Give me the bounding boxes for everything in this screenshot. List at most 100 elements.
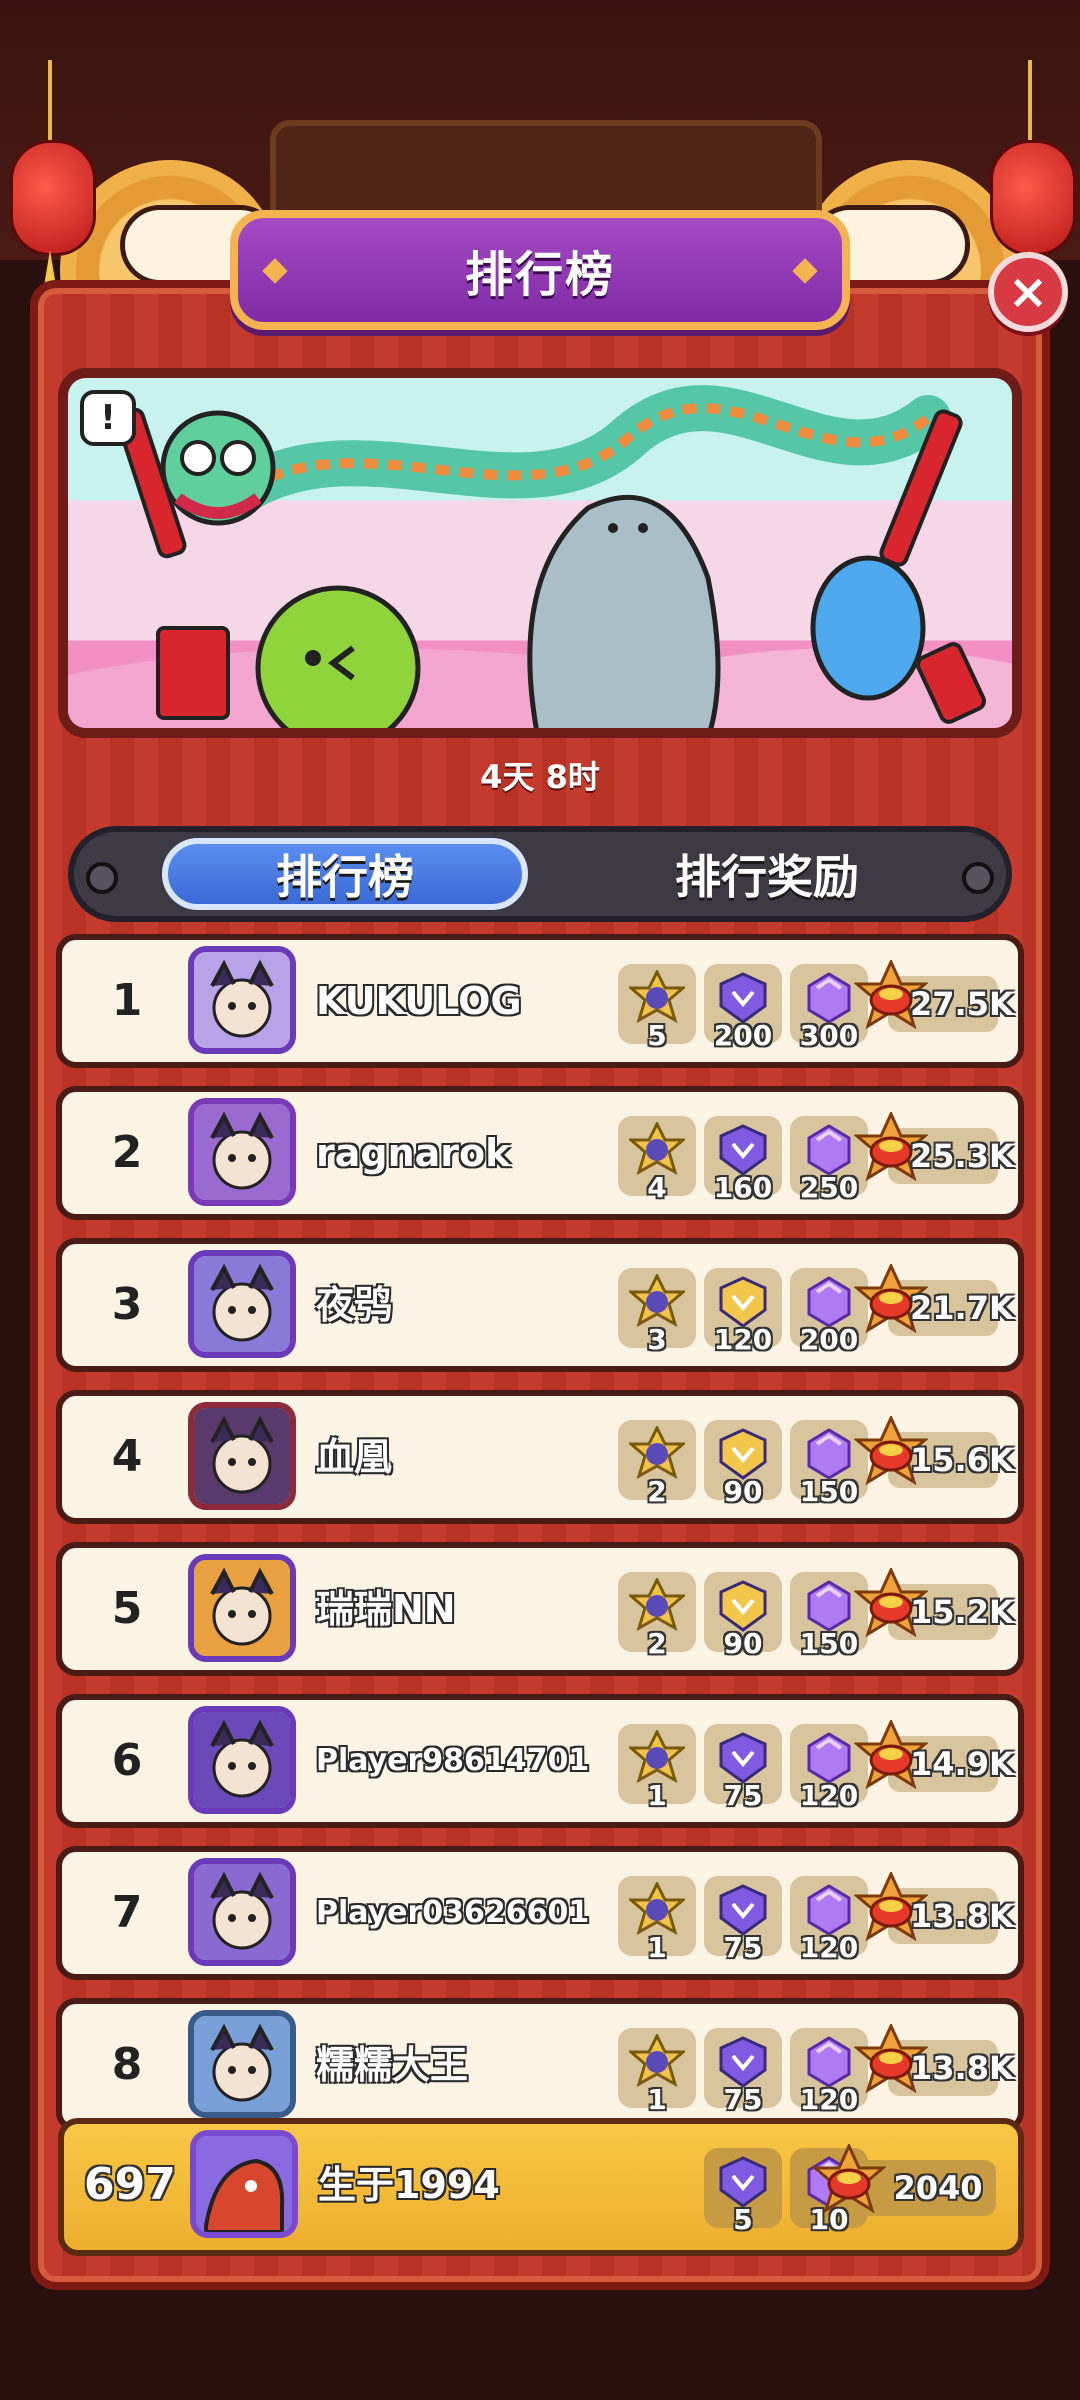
reward-medal: 5 bbox=[618, 964, 696, 1052]
reward-shield: 160 bbox=[704, 1116, 782, 1204]
purple-gem-icon bbox=[807, 1732, 851, 1784]
purple-gem-icon bbox=[807, 1884, 851, 1936]
shield-gem-icon bbox=[719, 1428, 767, 1480]
player-avatar[interactable] bbox=[188, 2010, 296, 2118]
table-row[interactable]: 5 瑞瑞NN 2 90 150 15.2K bbox=[56, 1542, 1024, 1676]
purple-gem-icon bbox=[807, 972, 851, 1024]
gold-ingot-star-icon bbox=[812, 2144, 886, 2214]
reward-medal: 1 bbox=[618, 1876, 696, 1964]
my-player-name: 生于1994 bbox=[318, 2163, 500, 2207]
score: 15.2K bbox=[854, 1568, 1014, 1640]
reward-medal: 1 bbox=[618, 1724, 696, 1812]
player-name: 糯糯大王 bbox=[316, 2043, 469, 2087]
table-row[interactable]: 7 Player03626601 1 75 120 13.8K bbox=[56, 1846, 1024, 1980]
table-row[interactable]: 6 Player98614701 1 75 120 14.9K bbox=[56, 1694, 1024, 1828]
table-row[interactable]: 8 糯糯大王 1 75 120 13.8K bbox=[56, 1998, 1024, 2132]
player-name: 瑞瑞NN bbox=[316, 1587, 456, 1631]
tab-bar: 排行榜 排行奖励 bbox=[68, 826, 1012, 922]
medal-icon bbox=[629, 1274, 685, 1328]
shield-gem-icon bbox=[719, 1884, 767, 1936]
purple-gem-icon bbox=[807, 1428, 851, 1480]
player-name: KUKULOG bbox=[316, 979, 522, 1023]
player-avatar[interactable] bbox=[188, 1858, 296, 1966]
purple-gem-icon bbox=[807, 2036, 851, 2088]
medal-icon bbox=[629, 1122, 685, 1176]
player-name: ragnarok bbox=[316, 1131, 511, 1175]
rank-number: 7 bbox=[111, 1887, 143, 1938]
rank-number: 2 bbox=[111, 1127, 143, 1178]
player-name: Player98614701 bbox=[316, 1743, 590, 1778]
rank-number: 6 bbox=[111, 1735, 143, 1786]
medal-icon bbox=[629, 970, 685, 1024]
player-name: Player03626601 bbox=[316, 1895, 590, 1930]
score: 21.7K bbox=[854, 1264, 1014, 1336]
score: 25.3K bbox=[854, 1112, 1014, 1184]
score: 14.9K bbox=[854, 1720, 1014, 1792]
reward-medal: 1 bbox=[618, 2028, 696, 2116]
rank-number: 4 bbox=[111, 1431, 143, 1482]
player-avatar[interactable] bbox=[188, 1250, 296, 1358]
player-name: 夜鸮 bbox=[316, 1283, 393, 1327]
table-row[interactable]: 2 ragnarok 4 160 250 25.3K bbox=[56, 1086, 1024, 1220]
rank-number: 1 bbox=[111, 975, 143, 1026]
purple-gem-icon bbox=[807, 1276, 851, 1328]
medal-icon bbox=[629, 2034, 685, 2088]
my-avatar[interactable] bbox=[190, 2130, 298, 2238]
purple-gem-icon bbox=[807, 1580, 851, 1632]
medal-icon bbox=[629, 1578, 685, 1632]
reward-medal: 2 bbox=[618, 1420, 696, 1508]
shield-gem-icon bbox=[719, 972, 767, 1024]
info-icon[interactable]: ! bbox=[80, 390, 136, 446]
reward-shield: 120 bbox=[704, 1268, 782, 1356]
table-row[interactable]: 3 夜鸮 3 120 200 21.7K bbox=[56, 1238, 1024, 1372]
my-rank-number: 697 bbox=[84, 2159, 176, 2210]
tab-leaderboard[interactable]: 排行榜 bbox=[162, 838, 528, 910]
shield-gem-icon bbox=[719, 2036, 767, 2088]
player-avatar[interactable] bbox=[188, 1706, 296, 1814]
player-name: 血凰 bbox=[316, 1435, 393, 1479]
lantern-icon-left bbox=[5, 60, 96, 310]
player-avatar[interactable] bbox=[188, 1554, 296, 1662]
score: 13.8K bbox=[854, 1872, 1014, 1944]
close-button[interactable]: × bbox=[988, 252, 1068, 332]
event-banner: ! bbox=[58, 368, 1022, 738]
table-row[interactable]: 4 血凰 2 90 150 15.6K bbox=[56, 1390, 1024, 1524]
player-avatar[interactable] bbox=[188, 1098, 296, 1206]
shield-gem-icon bbox=[719, 1276, 767, 1328]
player-avatar[interactable] bbox=[188, 946, 296, 1054]
title-banner: 排行榜 bbox=[230, 210, 850, 330]
rank-number: 3 bbox=[111, 1279, 143, 1330]
page-title: 排行榜 bbox=[464, 247, 615, 303]
score: 15.6K bbox=[854, 1416, 1014, 1488]
rank-number: 5 bbox=[111, 1583, 143, 1634]
rank-number: 8 bbox=[111, 2039, 143, 2090]
reward-medal: 2 bbox=[618, 1572, 696, 1660]
reward-shield: 200 bbox=[704, 964, 782, 1052]
shield-gem-icon bbox=[719, 2156, 767, 2208]
reward-shield: 75 bbox=[704, 2028, 782, 2116]
event-timer: 4天 8时 bbox=[480, 758, 600, 796]
medal-icon bbox=[629, 1882, 685, 1936]
score: 27.5K bbox=[854, 960, 1014, 1032]
table-row[interactable]: 1 KUKULOG 5 200 300 27.5K bbox=[56, 934, 1024, 1068]
reward-shield: 90 bbox=[704, 1420, 782, 1508]
reward-shield: 75 bbox=[704, 1724, 782, 1812]
player-avatar[interactable] bbox=[188, 1402, 296, 1510]
my-reward-shield: 5 bbox=[704, 2148, 782, 2236]
my-rank-row[interactable]: 697 生于1994 5 10 2040 bbox=[58, 2118, 1024, 2256]
temple-roof bbox=[270, 120, 822, 222]
reward-shield: 90 bbox=[704, 1572, 782, 1660]
my-score: 2040 bbox=[812, 2144, 996, 2216]
shield-gem-icon bbox=[719, 1580, 767, 1632]
reward-shield: 75 bbox=[704, 1876, 782, 1964]
medal-icon bbox=[629, 1426, 685, 1480]
banner-illustration bbox=[68, 385, 1012, 728]
shield-gem-icon bbox=[719, 1124, 767, 1176]
reward-medal: 4 bbox=[618, 1116, 696, 1204]
purple-gem-icon bbox=[807, 1124, 851, 1176]
score: 13.8K bbox=[854, 2024, 1014, 2096]
shield-gem-icon bbox=[719, 1732, 767, 1784]
tab-rank-rewards[interactable]: 排行奖励 bbox=[584, 838, 950, 910]
medal-icon bbox=[629, 1730, 685, 1784]
reward-medal: 3 bbox=[618, 1268, 696, 1356]
